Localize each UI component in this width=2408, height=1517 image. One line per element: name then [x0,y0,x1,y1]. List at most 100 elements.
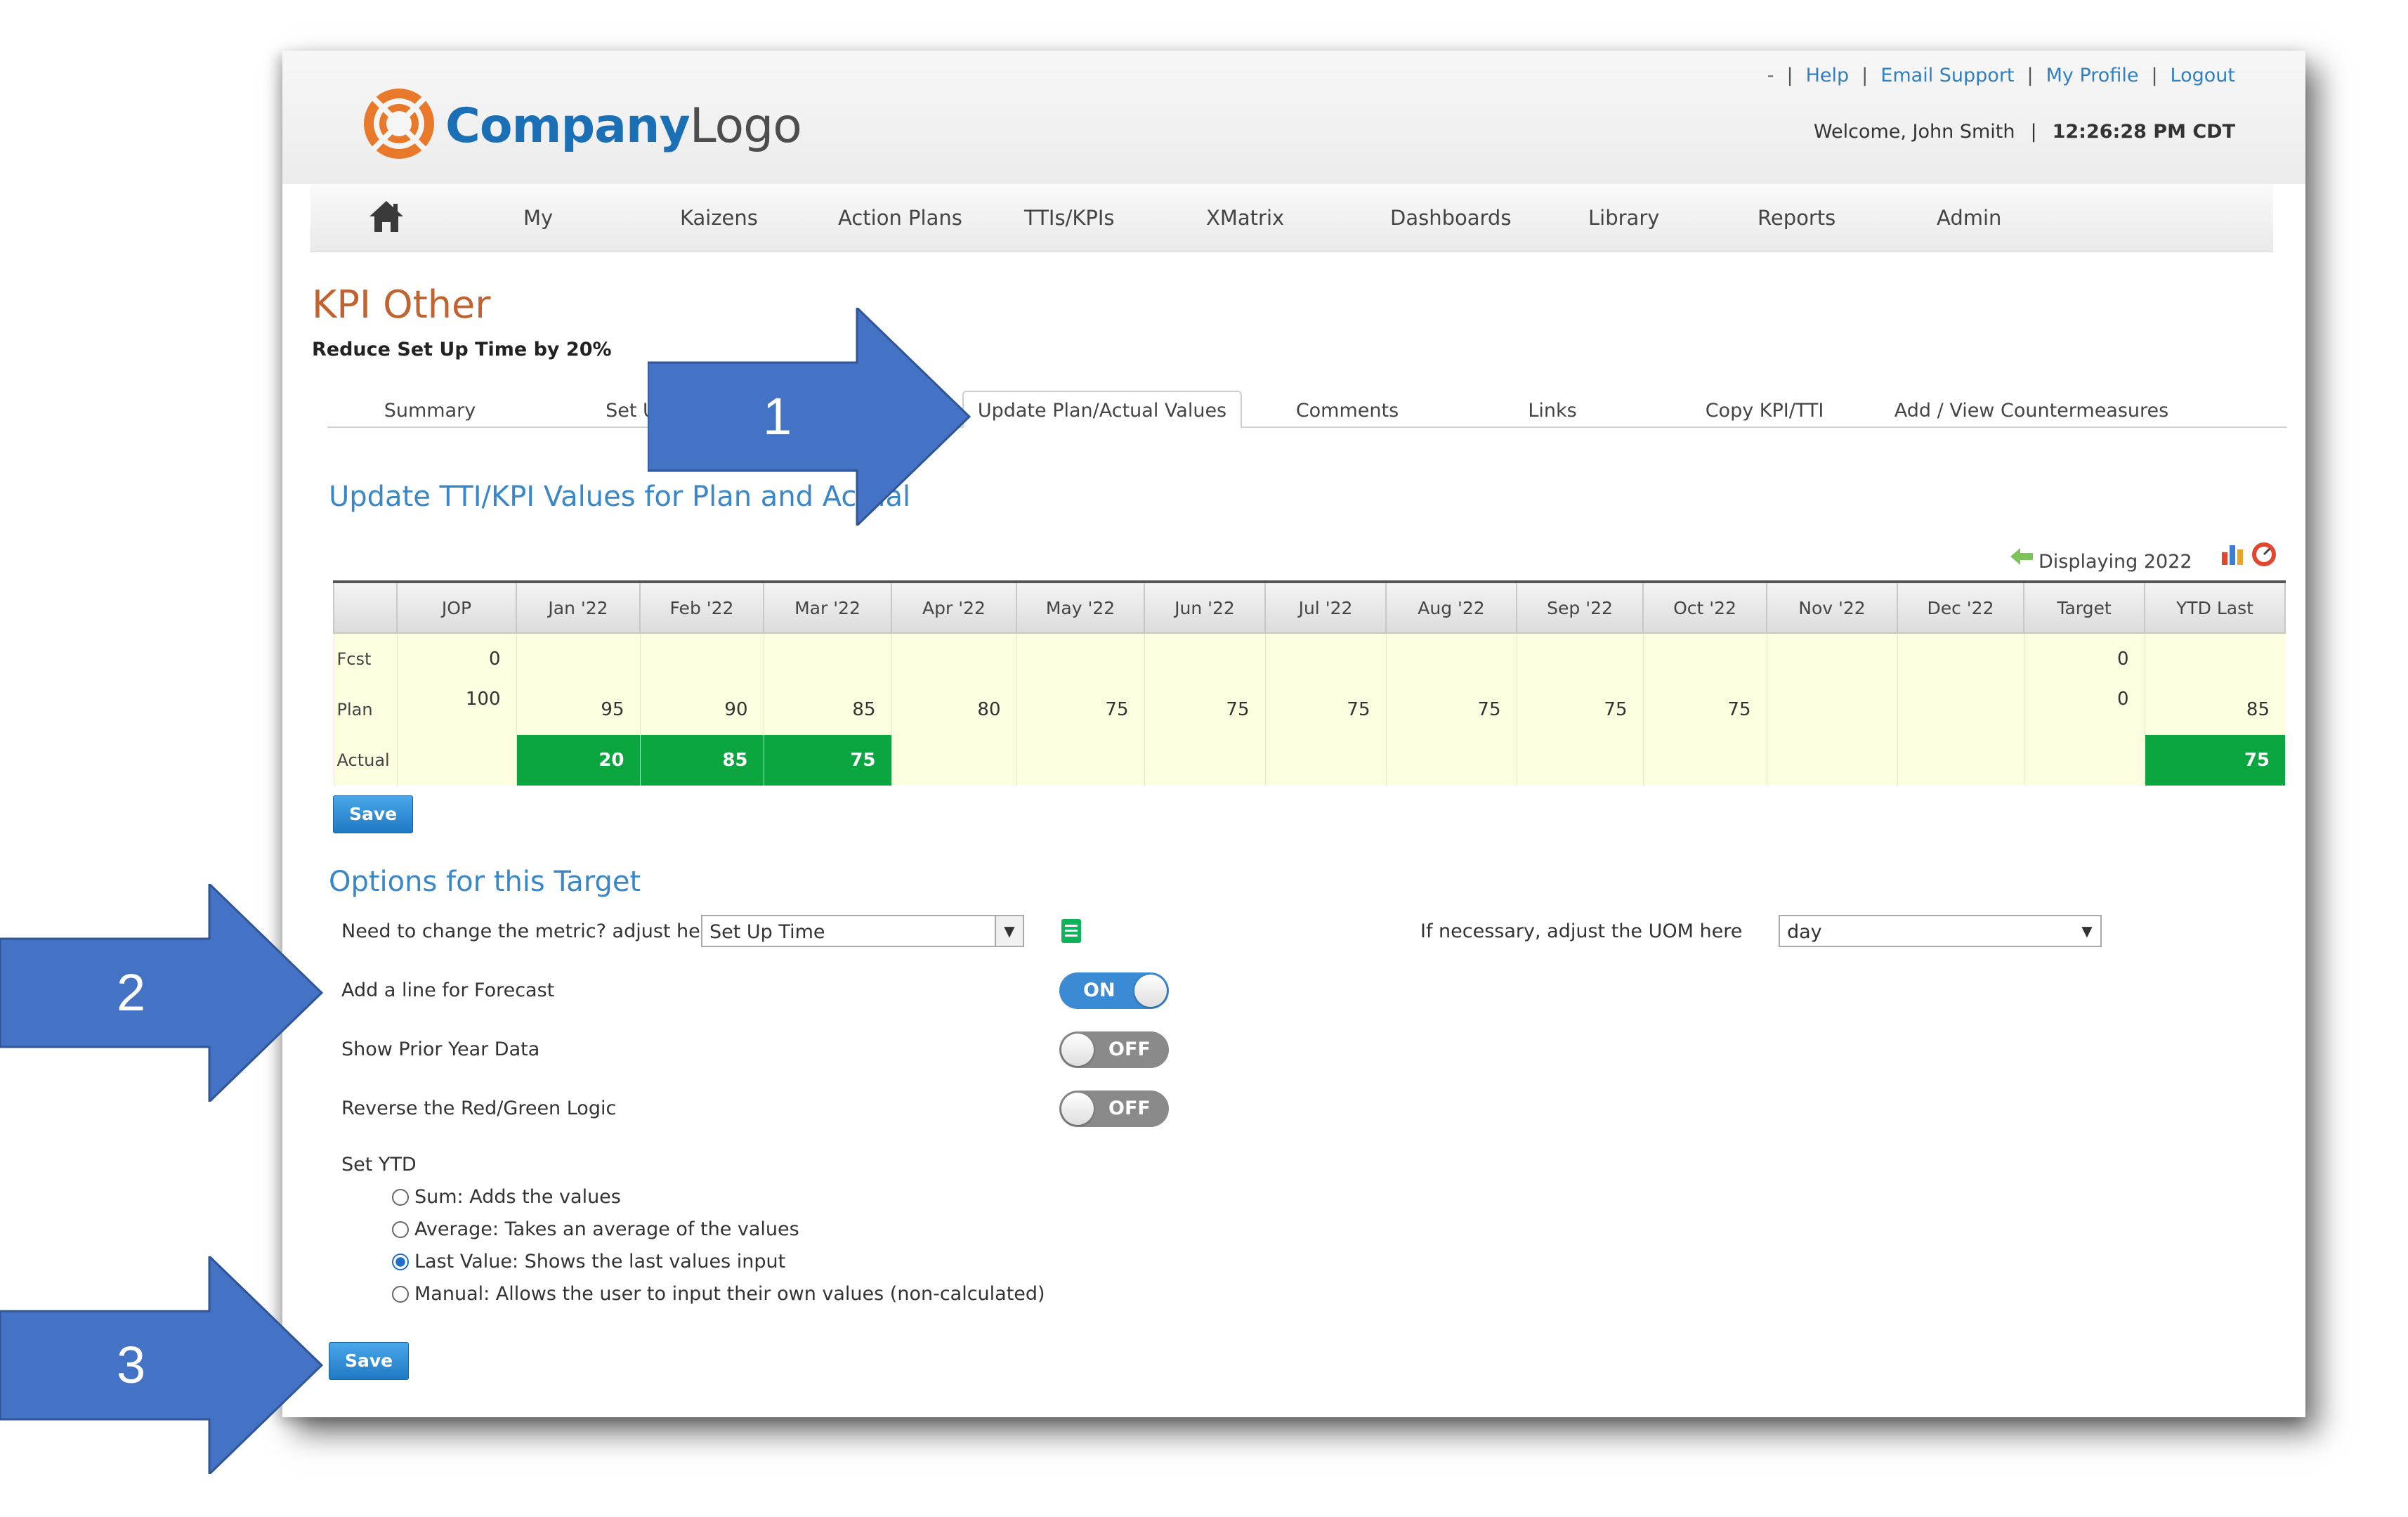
set-ytd-label: Set YTD [341,1154,417,1176]
nav-action-plans[interactable]: Action Plans [838,184,962,252]
logout-link[interactable]: Logout [2171,65,2235,86]
actual-cell-jan[interactable]: 20 [516,735,640,786]
radio-button[interactable] [392,1286,409,1303]
fcst-ytd-cell [2144,633,2285,684]
plan-cell-may[interactable]: 75 [1016,684,1144,735]
actual-cell-nov[interactable] [1766,735,1897,786]
actual-cell-oct[interactable] [1642,735,1767,786]
fcst-cell[interactable] [1264,633,1386,684]
plan-cell-nov[interactable] [1766,684,1897,735]
home-icon[interactable] [367,198,406,235]
col-header-oct: Oct '22 [1642,581,1767,634]
ytd-option-last-value[interactable]: Last Value: Shows the last values input [392,1251,785,1272]
ytd-option-average[interactable]: Average: Takes an average of the values [392,1218,799,1240]
fcst-cell[interactable] [1016,633,1144,684]
nav-reports[interactable]: Reports [1758,184,1836,252]
actual-cell-feb[interactable]: 85 [639,735,764,786]
help-link[interactable]: Help [1806,65,1850,86]
save-values-button[interactable]: Save [333,795,414,833]
actual-cell-dec[interactable] [1897,735,2024,786]
plan-cell-jan[interactable]: 95 [516,684,640,735]
fcst-cell[interactable] [891,633,1016,684]
col-header-mar: Mar '22 [763,581,892,634]
save-options-button[interactable]: Save [329,1342,410,1380]
tab-countermeasures[interactable]: Add / View Countermeasures [1891,395,2172,427]
fcst-cell[interactable] [1385,633,1517,684]
fcst-cell[interactable] [1897,633,2024,684]
plan-cell-feb[interactable]: 90 [639,684,764,735]
fcst-cell[interactable] [1144,633,1265,684]
actual-cell-apr[interactable] [891,735,1016,786]
actual-cell-sep[interactable] [1516,735,1643,786]
nav-dashboards[interactable]: Dashboards [1390,184,1511,252]
actual-cell-may[interactable] [1016,735,1144,786]
tab-copy-kpi-tti[interactable]: Copy KPI/TTI [1694,395,1835,427]
metric-label: Need to change the metric? adjust here [341,920,719,942]
radio-button[interactable] [392,1221,409,1238]
plan-cell-aug[interactable]: 75 [1385,684,1517,735]
forecast-label: Add a line for Forecast [341,979,555,1001]
callout-arrow-1 [648,308,971,526]
fcst-cell[interactable] [1642,633,1767,684]
forecast-toggle[interactable]: ON [1059,972,1169,1009]
radio-button-selected[interactable] [392,1254,409,1270]
prior-year-label: Show Prior Year Data [341,1039,540,1060]
gauge-icon[interactable] [2252,542,2276,566]
plan-cell-jun[interactable]: 75 [1144,684,1265,735]
col-header-may: May '22 [1016,581,1145,634]
col-header-ytd-last: YTD Last [2144,581,2286,634]
uom-select[interactable]: day ▼ [1779,915,2102,947]
fcst-jop-cell[interactable]: 0 [396,633,516,684]
prev-year-arrow-icon[interactable] [2009,546,2034,567]
toggle-knob [1061,1093,1094,1125]
ytd-option-label: Last Value: Shows the last values input [414,1251,786,1272]
plan-cell-jul[interactable]: 75 [1264,684,1386,735]
fcst-cell[interactable] [1766,633,1897,684]
ytd-option-label: Average: Takes an average of the values [414,1218,799,1240]
fcst-cell[interactable] [639,633,764,684]
tab-comments[interactable]: Comments [1284,395,1411,427]
radio-button[interactable] [392,1189,409,1206]
chevron-down-icon: ▼ [2074,916,2100,946]
nav-kaizens[interactable]: Kaizens [680,184,758,252]
col-header-jop: JOP [396,581,517,634]
reverse-logic-toggle[interactable]: OFF [1059,1090,1169,1127]
edit-metric-icon[interactable] [1059,918,1083,944]
prior-year-toggle[interactable]: OFF [1059,1031,1169,1068]
my-profile-link[interactable]: My Profile [2046,65,2139,86]
bar-chart-icon[interactable] [2220,541,2248,566]
actual-cell-jun[interactable] [1144,735,1265,786]
clock-time: 12:26:28 PM CDT [2052,121,2235,143]
nav-admin[interactable]: Admin [1937,184,2001,252]
company-logo-text: CompanyLogo [445,98,802,154]
nav-my[interactable]: My [523,184,553,252]
actual-cell-mar[interactable]: 75 [763,735,891,786]
plan-jop-cell[interactable]: 100 [396,684,516,786]
nav-xmatrix[interactable]: XMatrix [1206,184,1284,252]
ytd-option-sum[interactable]: Sum: Adds the values [392,1186,621,1208]
actual-cell-jul[interactable] [1264,735,1386,786]
ytd-option-manual[interactable]: Manual: Allows the user to input their o… [392,1283,1045,1305]
fcst-cell[interactable] [763,633,891,684]
tab-summary[interactable]: Summary [367,395,493,427]
plan-cell-sep[interactable]: 75 [1516,684,1643,735]
uom-select-value: day [1787,921,1822,943]
options-section-title: Options for this Target [329,866,641,898]
email-support-link[interactable]: Email Support [1880,65,2014,86]
metric-select[interactable]: Set Up Time ▼ [701,915,1024,947]
plan-target-cell[interactable]: 0 [2023,684,2145,786]
plan-cell-dec[interactable] [1897,684,2024,735]
plan-cell-mar[interactable]: 85 [763,684,891,735]
metric-select-value: Set Up Time [709,921,825,943]
tab-update-plan-actual[interactable]: Update Plan/Actual Values [962,391,1242,429]
plan-cell-apr[interactable]: 80 [891,684,1016,735]
tab-links[interactable]: Links [1510,395,1595,427]
actual-cell-aug[interactable] [1385,735,1517,786]
fcst-cell[interactable] [516,633,640,684]
nav-ttis-kpis[interactable]: TTIs/KPIs [1024,184,1115,252]
ytd-option-label: Sum: Adds the values [414,1186,621,1208]
nav-library[interactable]: Library [1588,184,1659,252]
fcst-target-cell[interactable]: 0 [2023,633,2145,684]
plan-cell-oct[interactable]: 75 [1642,684,1767,735]
fcst-cell[interactable] [1516,633,1643,684]
